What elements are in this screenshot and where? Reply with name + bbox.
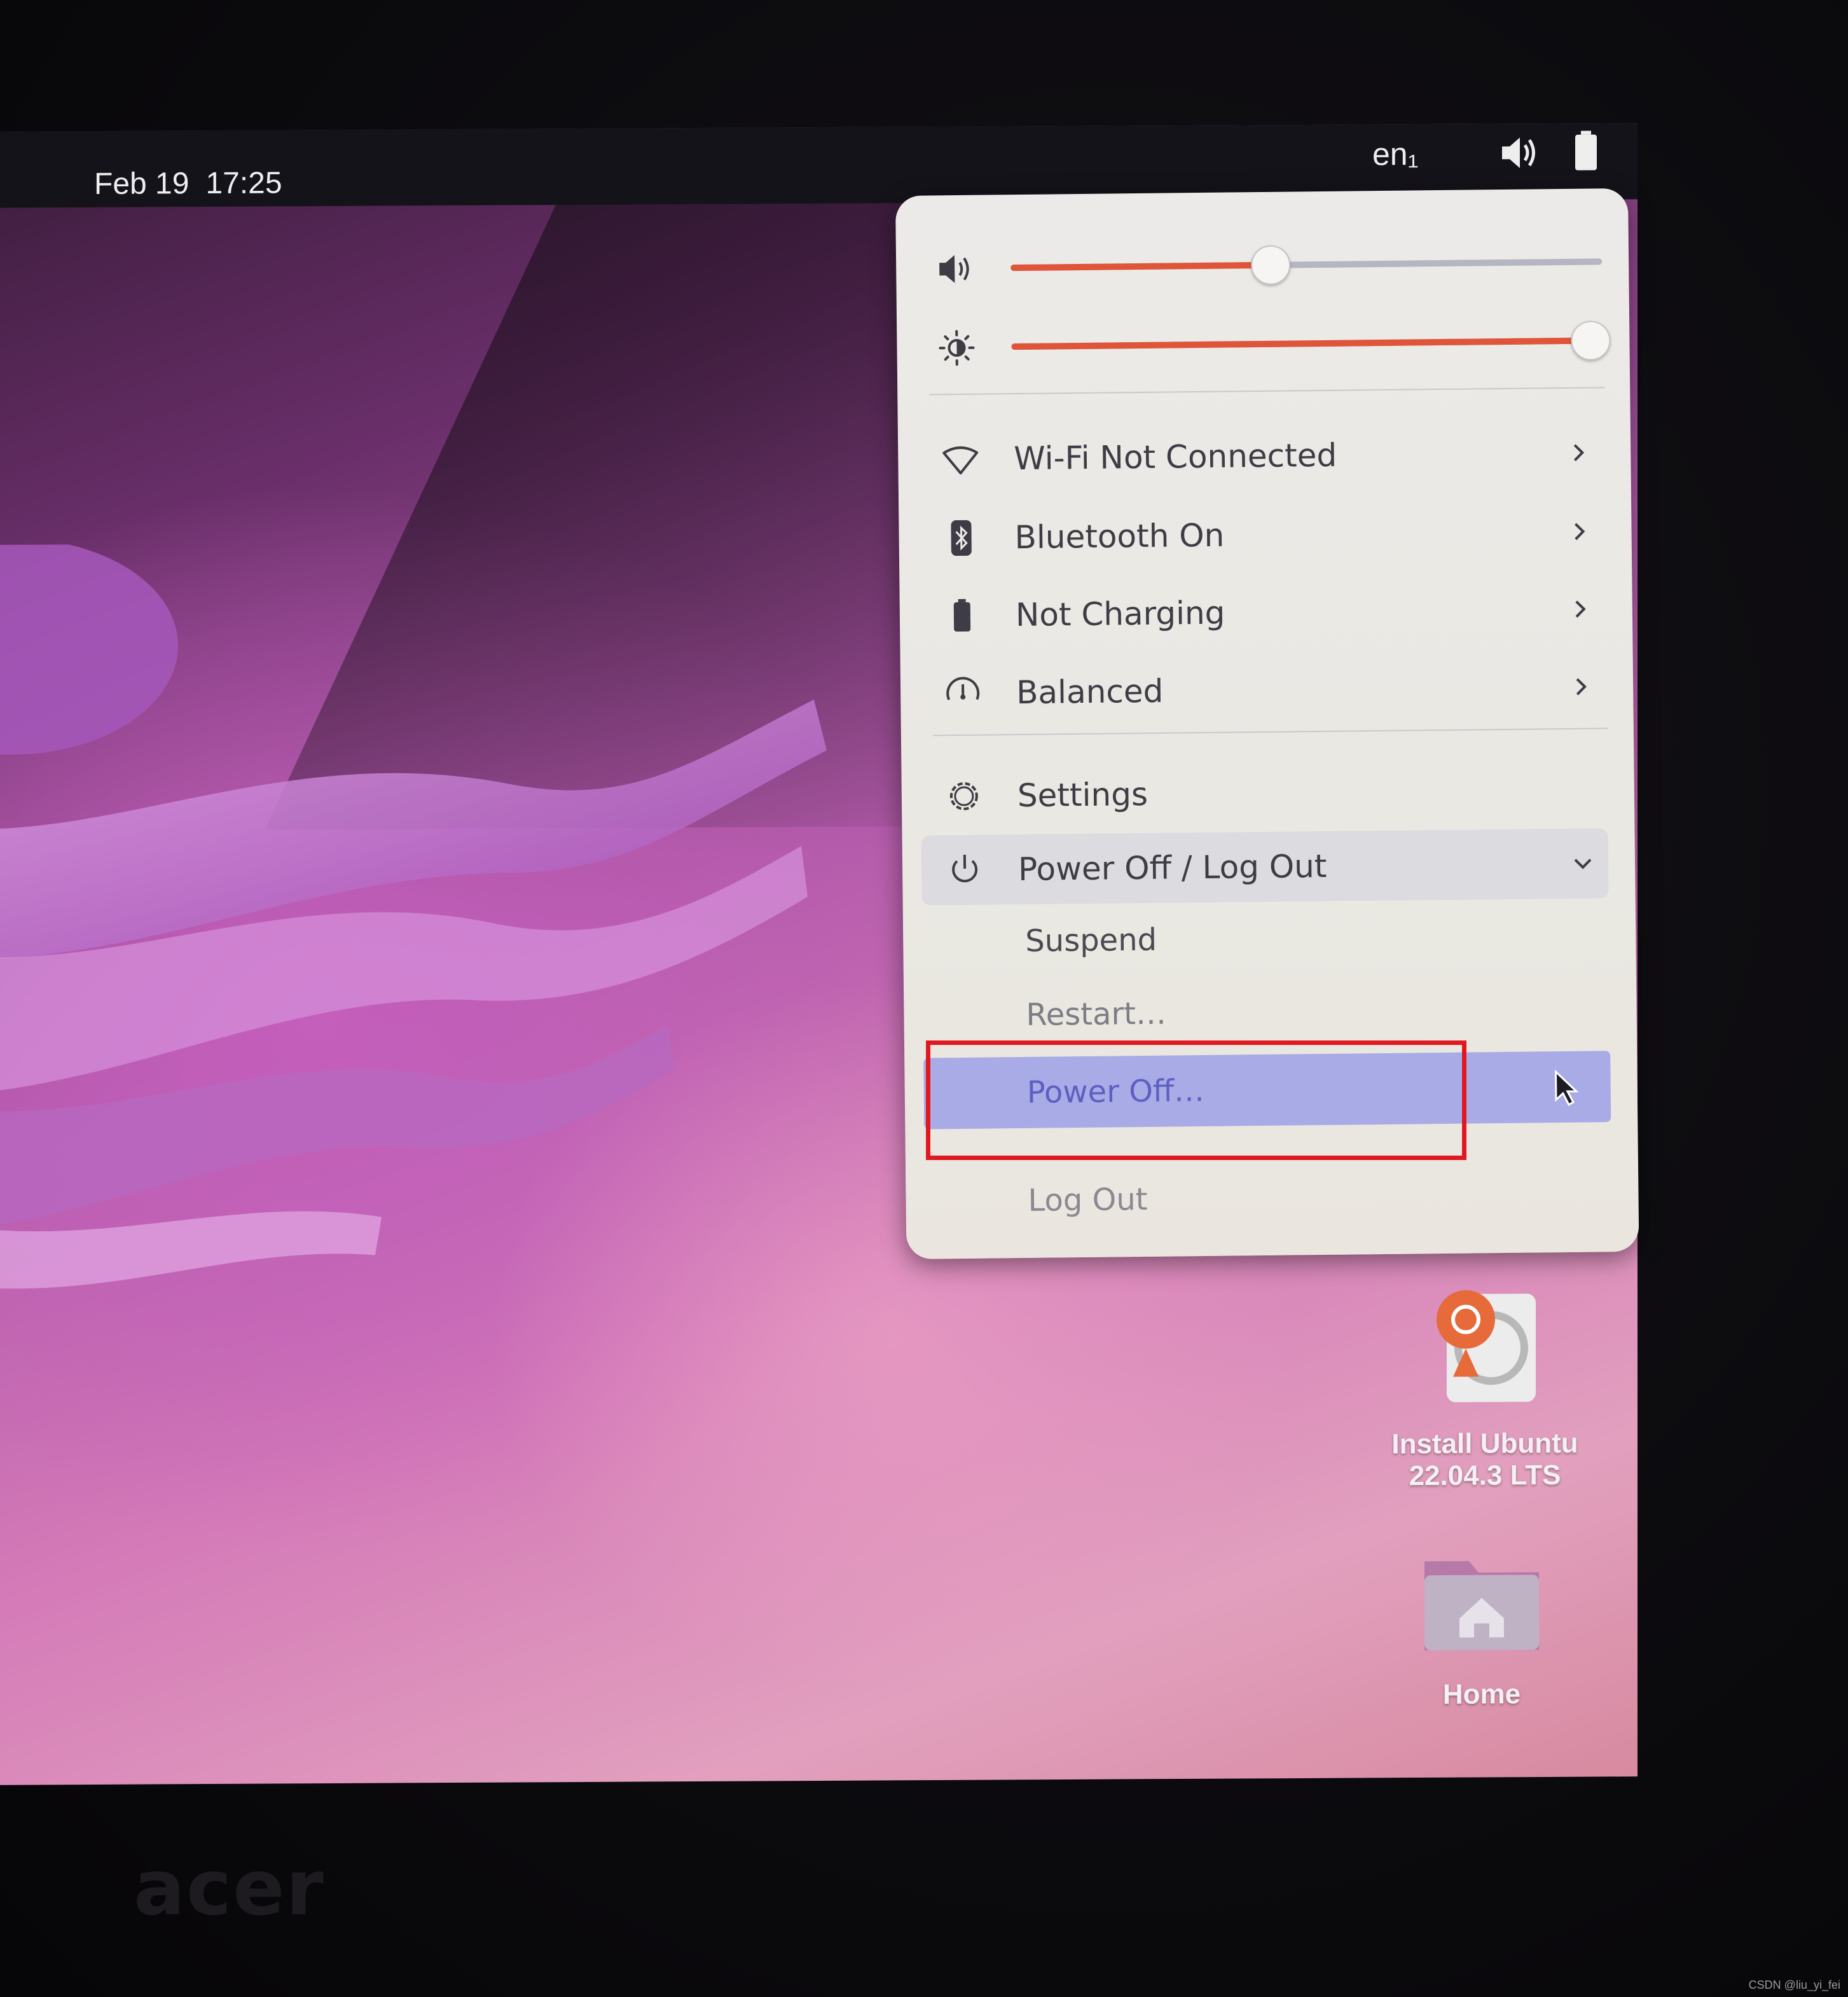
- volume-icon: [939, 255, 969, 284]
- wallpaper-jellyfish: [0, 540, 827, 1289]
- installer-icon: [1437, 1290, 1536, 1402]
- gear-icon: [949, 782, 978, 810]
- bluetooth-row[interactable]: Bluetooth On: [930, 496, 1605, 573]
- battery-icon: [953, 598, 971, 632]
- chevron-right-icon: [1576, 678, 1587, 696]
- bluetooth-label: Bluetooth On: [1014, 516, 1225, 556]
- wifi-label: Wi-Fi Not Connected: [1014, 436, 1337, 478]
- desktop-icon-home[interactable]: Home: [1386, 1548, 1577, 1711]
- bluetooth-icon: [951, 520, 972, 556]
- chevron-down-icon: [1574, 859, 1592, 869]
- log-out-item[interactable]: Log Out: [1007, 1163, 1580, 1233]
- power-logout-row[interactable]: Power Off / Log Out: [921, 828, 1609, 906]
- restart-item[interactable]: Restart…: [1005, 978, 1578, 1047]
- speaker-icon[interactable]: [1500, 134, 1539, 172]
- annotation-highlight-box: [926, 1040, 1466, 1160]
- power-mode-row[interactable]: Balanced: [932, 651, 1607, 728]
- clock-time: 17:25: [205, 166, 282, 201]
- volume-fill: [1010, 261, 1271, 272]
- volume-track[interactable]: [1010, 245, 1603, 286]
- volume-thumb[interactable]: [1251, 245, 1291, 286]
- brightness-icon: [939, 330, 975, 366]
- input-method-indicator[interactable]: en₁: [1372, 135, 1419, 172]
- chevron-right-icon: [1575, 523, 1585, 541]
- brightness-track[interactable]: [1011, 321, 1611, 361]
- battery-label: Not Charging: [1015, 594, 1225, 634]
- menu-divider: [932, 728, 1608, 736]
- suspend-item[interactable]: Suspend: [1005, 904, 1578, 973]
- chevron-right-icon: [1573, 444, 1585, 462]
- home-label: Home: [1442, 1678, 1521, 1710]
- power-logout-label: Power Off / Log Out: [1017, 847, 1327, 888]
- home-folder-icon: [1424, 1561, 1539, 1651]
- battery-icon[interactable]: [1573, 130, 1599, 172]
- settings-label: Settings: [1017, 775, 1148, 815]
- brightness-fill: [1011, 337, 1591, 350]
- wifi-icon: [942, 446, 979, 474]
- bezel-brand: acer: [134, 1844, 325, 1933]
- menu-divider: [929, 387, 1605, 396]
- power-profile-icon: [946, 677, 980, 700]
- brightness-thumb[interactable]: [1571, 321, 1611, 361]
- volume-slider[interactable]: [934, 235, 1603, 293]
- watermark: CSDN @liu_yi_fei: [1748, 1979, 1840, 1991]
- power-mode-label: Balanced: [1016, 672, 1164, 712]
- install-label-line1: Install Ubuntu: [1391, 1427, 1578, 1460]
- wifi-row[interactable]: Wi-Fi Not Connected: [930, 417, 1604, 494]
- install-label-line2: 22.04.3 LTS: [1409, 1459, 1561, 1492]
- desktop-icon-install-ubuntu[interactable]: Install Ubuntu 22.04.3 LTS: [1355, 1287, 1615, 1492]
- settings-row[interactable]: Settings: [933, 754, 1608, 831]
- brightness-slider[interactable]: [935, 314, 1611, 372]
- mouse-pointer-icon: [1554, 1069, 1579, 1107]
- chevron-right-icon: [1575, 600, 1586, 618]
- clock-date: Feb 19: [94, 167, 190, 201]
- power-icon: [952, 854, 978, 883]
- clock[interactable]: Feb 19 17:25: [94, 165, 299, 202]
- battery-row[interactable]: Not Charging: [931, 574, 1606, 651]
